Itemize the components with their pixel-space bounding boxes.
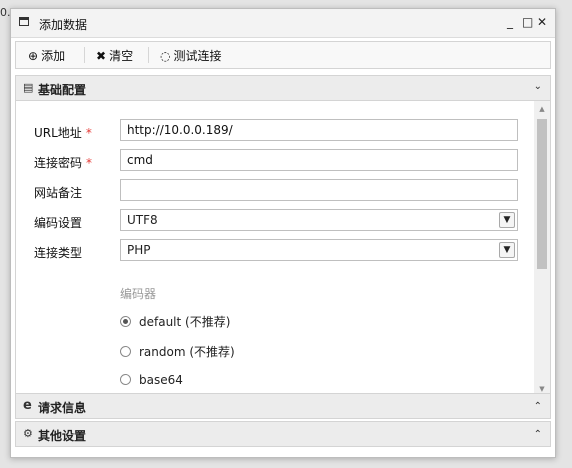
section-other-settings-label: 其他设置 xyxy=(38,429,87,443)
clear-button[interactable]: ✖ 清空 xyxy=(96,47,133,64)
url-input[interactable] xyxy=(120,119,518,141)
encoding-row: 编码设置 UTF8 ▼ xyxy=(16,209,536,233)
maximize-button[interactable]: □ xyxy=(522,15,533,29)
radio-button[interactable] xyxy=(120,374,131,385)
encoder-option-label: random (不推荐) xyxy=(139,345,235,359)
minimize-button[interactable]: _ xyxy=(507,15,513,29)
note-label: 网站备注 xyxy=(34,186,83,200)
encoding-select[interactable]: UTF8 ▼ xyxy=(120,209,518,231)
encoder-option-label: default (不推荐) xyxy=(139,315,231,329)
clear-button-label: 清空 xyxy=(109,49,134,63)
vertical-scrollbar[interactable]: ▲ ▼ xyxy=(534,101,550,397)
document-icon: ▤ xyxy=(23,81,34,94)
encoding-select-value: UTF8 xyxy=(127,213,158,227)
gears-icon: ⚙ xyxy=(23,427,33,440)
type-select[interactable]: PHP ▼ xyxy=(120,239,518,261)
encoding-label: 编码设置 xyxy=(34,216,83,230)
scroll-up-icon[interactable]: ▲ xyxy=(534,103,550,115)
toolbar: ⊕ 添加 ✖ 清空 ◌ 测试连接 xyxy=(15,41,551,69)
add-button-label: 添加 xyxy=(41,49,66,63)
note-row: 网站备注 xyxy=(16,179,536,203)
test-connection-button[interactable]: ◌ 测试连接 xyxy=(160,47,222,64)
type-row: 连接类型 PHP ▼ xyxy=(16,239,536,263)
scrollbar-thumb[interactable] xyxy=(537,119,547,269)
spinner-icon: ◌ xyxy=(160,49,171,63)
ie-icon: e xyxy=(23,398,32,413)
title-bar[interactable]: 添加数据 _ □ ✕ xyxy=(11,9,555,38)
test-connection-label: 测试连接 xyxy=(173,49,222,63)
background-text-fragment: 0. xyxy=(0,6,11,19)
chevron-down-icon[interactable]: ▼ xyxy=(499,242,515,258)
toolbar-divider xyxy=(84,47,85,63)
chevron-up-icon: ⌃ xyxy=(533,401,542,412)
section-basic-config-header[interactable]: ▤ 基础配置 ⌄ xyxy=(15,75,551,101)
encoder-label: 编码器 xyxy=(120,287,157,301)
encoder-option-label: base64 xyxy=(139,373,183,387)
type-label: 连接类型 xyxy=(34,246,83,260)
section-other-settings-header[interactable]: ⚙ 其他设置 ⌃ xyxy=(15,421,551,447)
chevron-down-icon[interactable]: ▼ xyxy=(499,212,515,228)
plus-circle-icon: ⊕ xyxy=(28,49,39,63)
encoder-option-random[interactable]: random (不推荐) xyxy=(120,343,235,360)
window-icon xyxy=(19,17,29,26)
basic-config-panel: URL地址* 连接密码* 网站备注 编码设置 UTF8 ▼ 连接类型 PHP ▼… xyxy=(15,101,551,397)
radio-button[interactable] xyxy=(120,346,131,357)
radio-button-checked[interactable] xyxy=(120,316,131,327)
required-marker: * xyxy=(85,126,92,140)
password-row: 连接密码 * xyxy=(16,149,536,173)
url-row: URL地址 * xyxy=(16,119,536,143)
toolbar-divider xyxy=(148,47,149,63)
section-request-info-header[interactable]: e 请求信息 ⌃ xyxy=(15,393,551,419)
url-label: URL地址 * xyxy=(34,126,92,140)
section-request-info-label: 请求信息 xyxy=(38,401,87,415)
encoder-option-default[interactable]: default (不推荐) xyxy=(120,313,230,330)
required-marker: * xyxy=(86,156,93,170)
password-input[interactable] xyxy=(120,149,518,171)
password-label: 连接密码 * xyxy=(34,156,93,170)
close-icon: ✖ xyxy=(96,49,107,63)
note-input[interactable] xyxy=(120,179,518,201)
close-button[interactable]: ✕ xyxy=(537,15,547,29)
dialog-title: 添加数据 xyxy=(39,18,88,32)
section-basic-config-label: 基础配置 xyxy=(38,83,87,97)
encoder-option-base64[interactable]: base64 xyxy=(120,373,183,387)
add-data-dialog: 添加数据 _ □ ✕ ⊕ 添加 ✖ 清空 ◌ 测试连接 ▤ 基础配置 ⌄ URL地址 *… xyxy=(10,8,556,458)
chevron-up-icon: ⌃ xyxy=(533,429,542,440)
add-button[interactable]: ⊕ 添加 xyxy=(28,47,65,64)
type-select-value: PHP xyxy=(127,243,151,257)
chevron-down-icon: ⌄ xyxy=(533,81,542,92)
